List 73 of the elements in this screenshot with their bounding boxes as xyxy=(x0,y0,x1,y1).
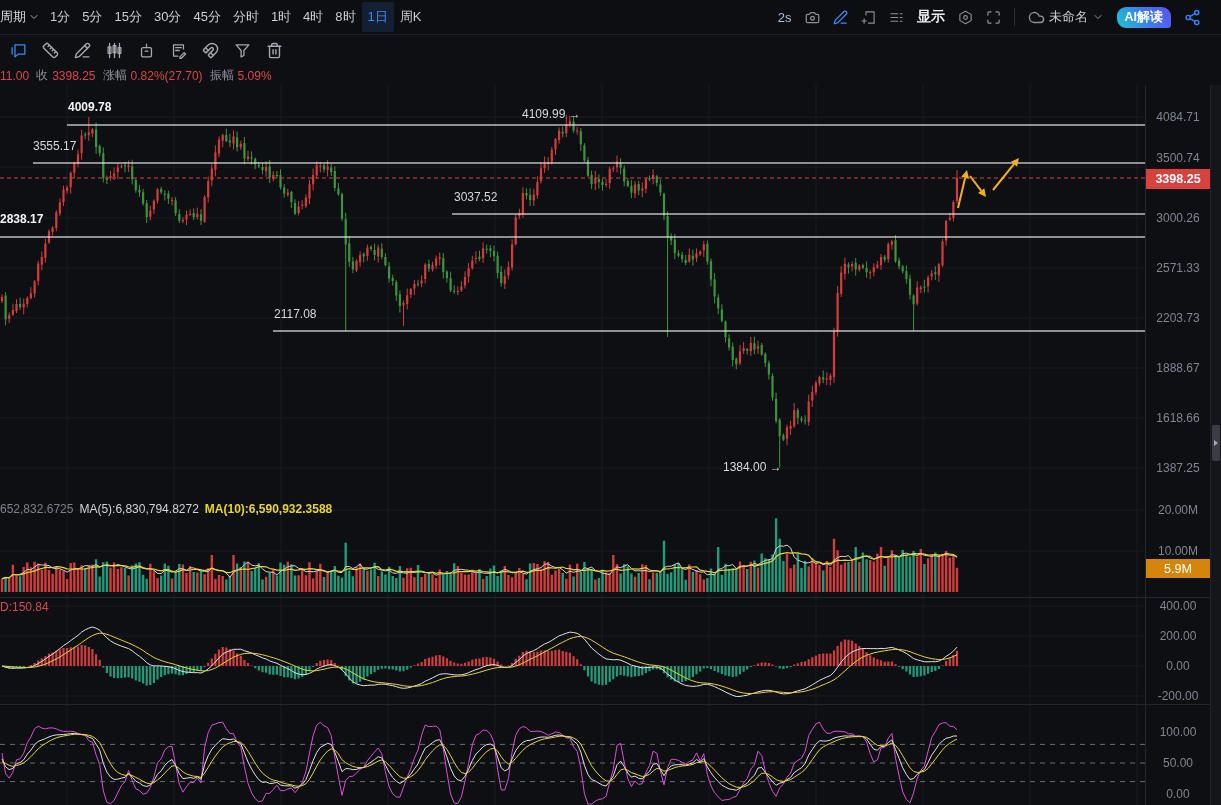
axis-label: 4084.71 xyxy=(1156,110,1200,124)
axis-label: 3000.26 xyxy=(1156,211,1200,225)
axis-label: 2571.33 xyxy=(1156,261,1200,275)
axis-label: -200.00 xyxy=(1157,689,1199,703)
display-menu[interactable]: 显示 xyxy=(916,8,945,26)
ai-button[interactable]: AI解读 xyxy=(1116,6,1171,28)
legend-text: MA(10):6,590,932.3588 xyxy=(204,502,333,516)
last-price-tag: 3398.25 xyxy=(1146,169,1210,189)
refresh-interval[interactable]: 2s xyxy=(777,9,792,25)
pen-icon[interactable] xyxy=(832,9,848,25)
camera-icon[interactable] xyxy=(804,9,820,25)
candlestick-icon[interactable] xyxy=(106,42,123,59)
interval-tab[interactable]: 分时 xyxy=(226,2,265,32)
axis-label: 20.00M xyxy=(1158,503,1198,517)
axis-label: 10.00M xyxy=(1158,544,1198,558)
axis-label: 1387.25 xyxy=(1156,461,1200,475)
interval-tab[interactable]: 8时 xyxy=(329,2,362,32)
volume-tag: 5.9M xyxy=(1146,559,1210,578)
layout-dropdown[interactable]: 未命名 xyxy=(1027,8,1104,26)
quote-value: 3398.25 xyxy=(52,68,96,83)
ruler-icon[interactable] xyxy=(42,42,59,59)
magnet-icon[interactable] xyxy=(202,42,219,59)
legend-text: MA(5):6,830,794.8272 xyxy=(79,502,199,516)
level-label: 3037.52 xyxy=(454,190,498,204)
axis-label: 400.00 xyxy=(1159,599,1197,613)
interval-tab[interactable]: 30分 xyxy=(147,2,188,32)
settings-icon[interactable] xyxy=(957,9,973,25)
filter-icon[interactable] xyxy=(234,42,251,59)
axis-label: 1888.67 xyxy=(1156,361,1200,375)
axis-label: 3500.74 xyxy=(1156,151,1200,165)
quote-value: 5.09% xyxy=(237,68,272,83)
interval-tab[interactable]: 4时 xyxy=(297,2,330,32)
legend-text: 652,832.6725 xyxy=(0,502,74,516)
up-arrow xyxy=(957,170,970,209)
legend-text: D:150.84 xyxy=(0,600,49,614)
interval-tab[interactable]: 5分 xyxy=(76,2,109,32)
interval-tab[interactable]: 1时 xyxy=(264,2,298,32)
collapse-handle[interactable] xyxy=(1212,425,1220,461)
extreme-price-label: 1384.00 → xyxy=(723,460,782,474)
interval-tab[interactable]: 1分 xyxy=(44,2,77,32)
axis-label: 0.00 xyxy=(1166,787,1190,801)
axis-label: 1618.66 xyxy=(1156,411,1200,425)
caret-right-icon xyxy=(1214,440,1218,446)
interval-tab[interactable]: 15分 xyxy=(108,2,148,32)
quote-label: 振幅 xyxy=(209,67,234,84)
interval-tab[interactable]: 45分 xyxy=(187,2,227,32)
pencil-icon[interactable] xyxy=(74,42,91,59)
down-arrow xyxy=(969,175,986,197)
level-label: 2838.17 xyxy=(0,212,44,226)
interval-tab[interactable]: 周K xyxy=(393,2,428,32)
axis-label: 100.00 xyxy=(1159,725,1197,739)
quote-label: 涨幅 xyxy=(102,67,127,84)
level-label: 2117.08 xyxy=(274,307,317,321)
axis-label: 200.00 xyxy=(1159,629,1197,643)
fullscreen-icon[interactable] xyxy=(985,9,1001,25)
period-dropdown[interactable]: 周期 xyxy=(0,2,44,32)
axis-label: 0.00 xyxy=(1166,659,1190,673)
interval-tab[interactable]: 1日 xyxy=(361,2,394,32)
quote-value: 11.00 xyxy=(0,68,30,83)
speech-bubble-icon[interactable] xyxy=(10,42,27,59)
up-arrow xyxy=(992,158,1019,191)
share-icon[interactable] xyxy=(1184,8,1201,26)
trash-icon[interactable] xyxy=(266,42,283,59)
extreme-price-label: 4109.99 → xyxy=(522,107,581,121)
add-frame-icon[interactable] xyxy=(860,9,876,25)
note-edit-icon[interactable] xyxy=(170,42,187,59)
axis-label: 2203.73 xyxy=(1156,311,1200,325)
quote-value: 0.82%(27.70) xyxy=(130,68,203,83)
level-label: 3555.17 xyxy=(33,139,77,153)
axis-label: 50.00 xyxy=(1163,756,1193,770)
quote-label: 收 xyxy=(36,67,49,84)
level-label: 4009.78 xyxy=(68,100,112,114)
box-icon[interactable] xyxy=(138,42,155,59)
